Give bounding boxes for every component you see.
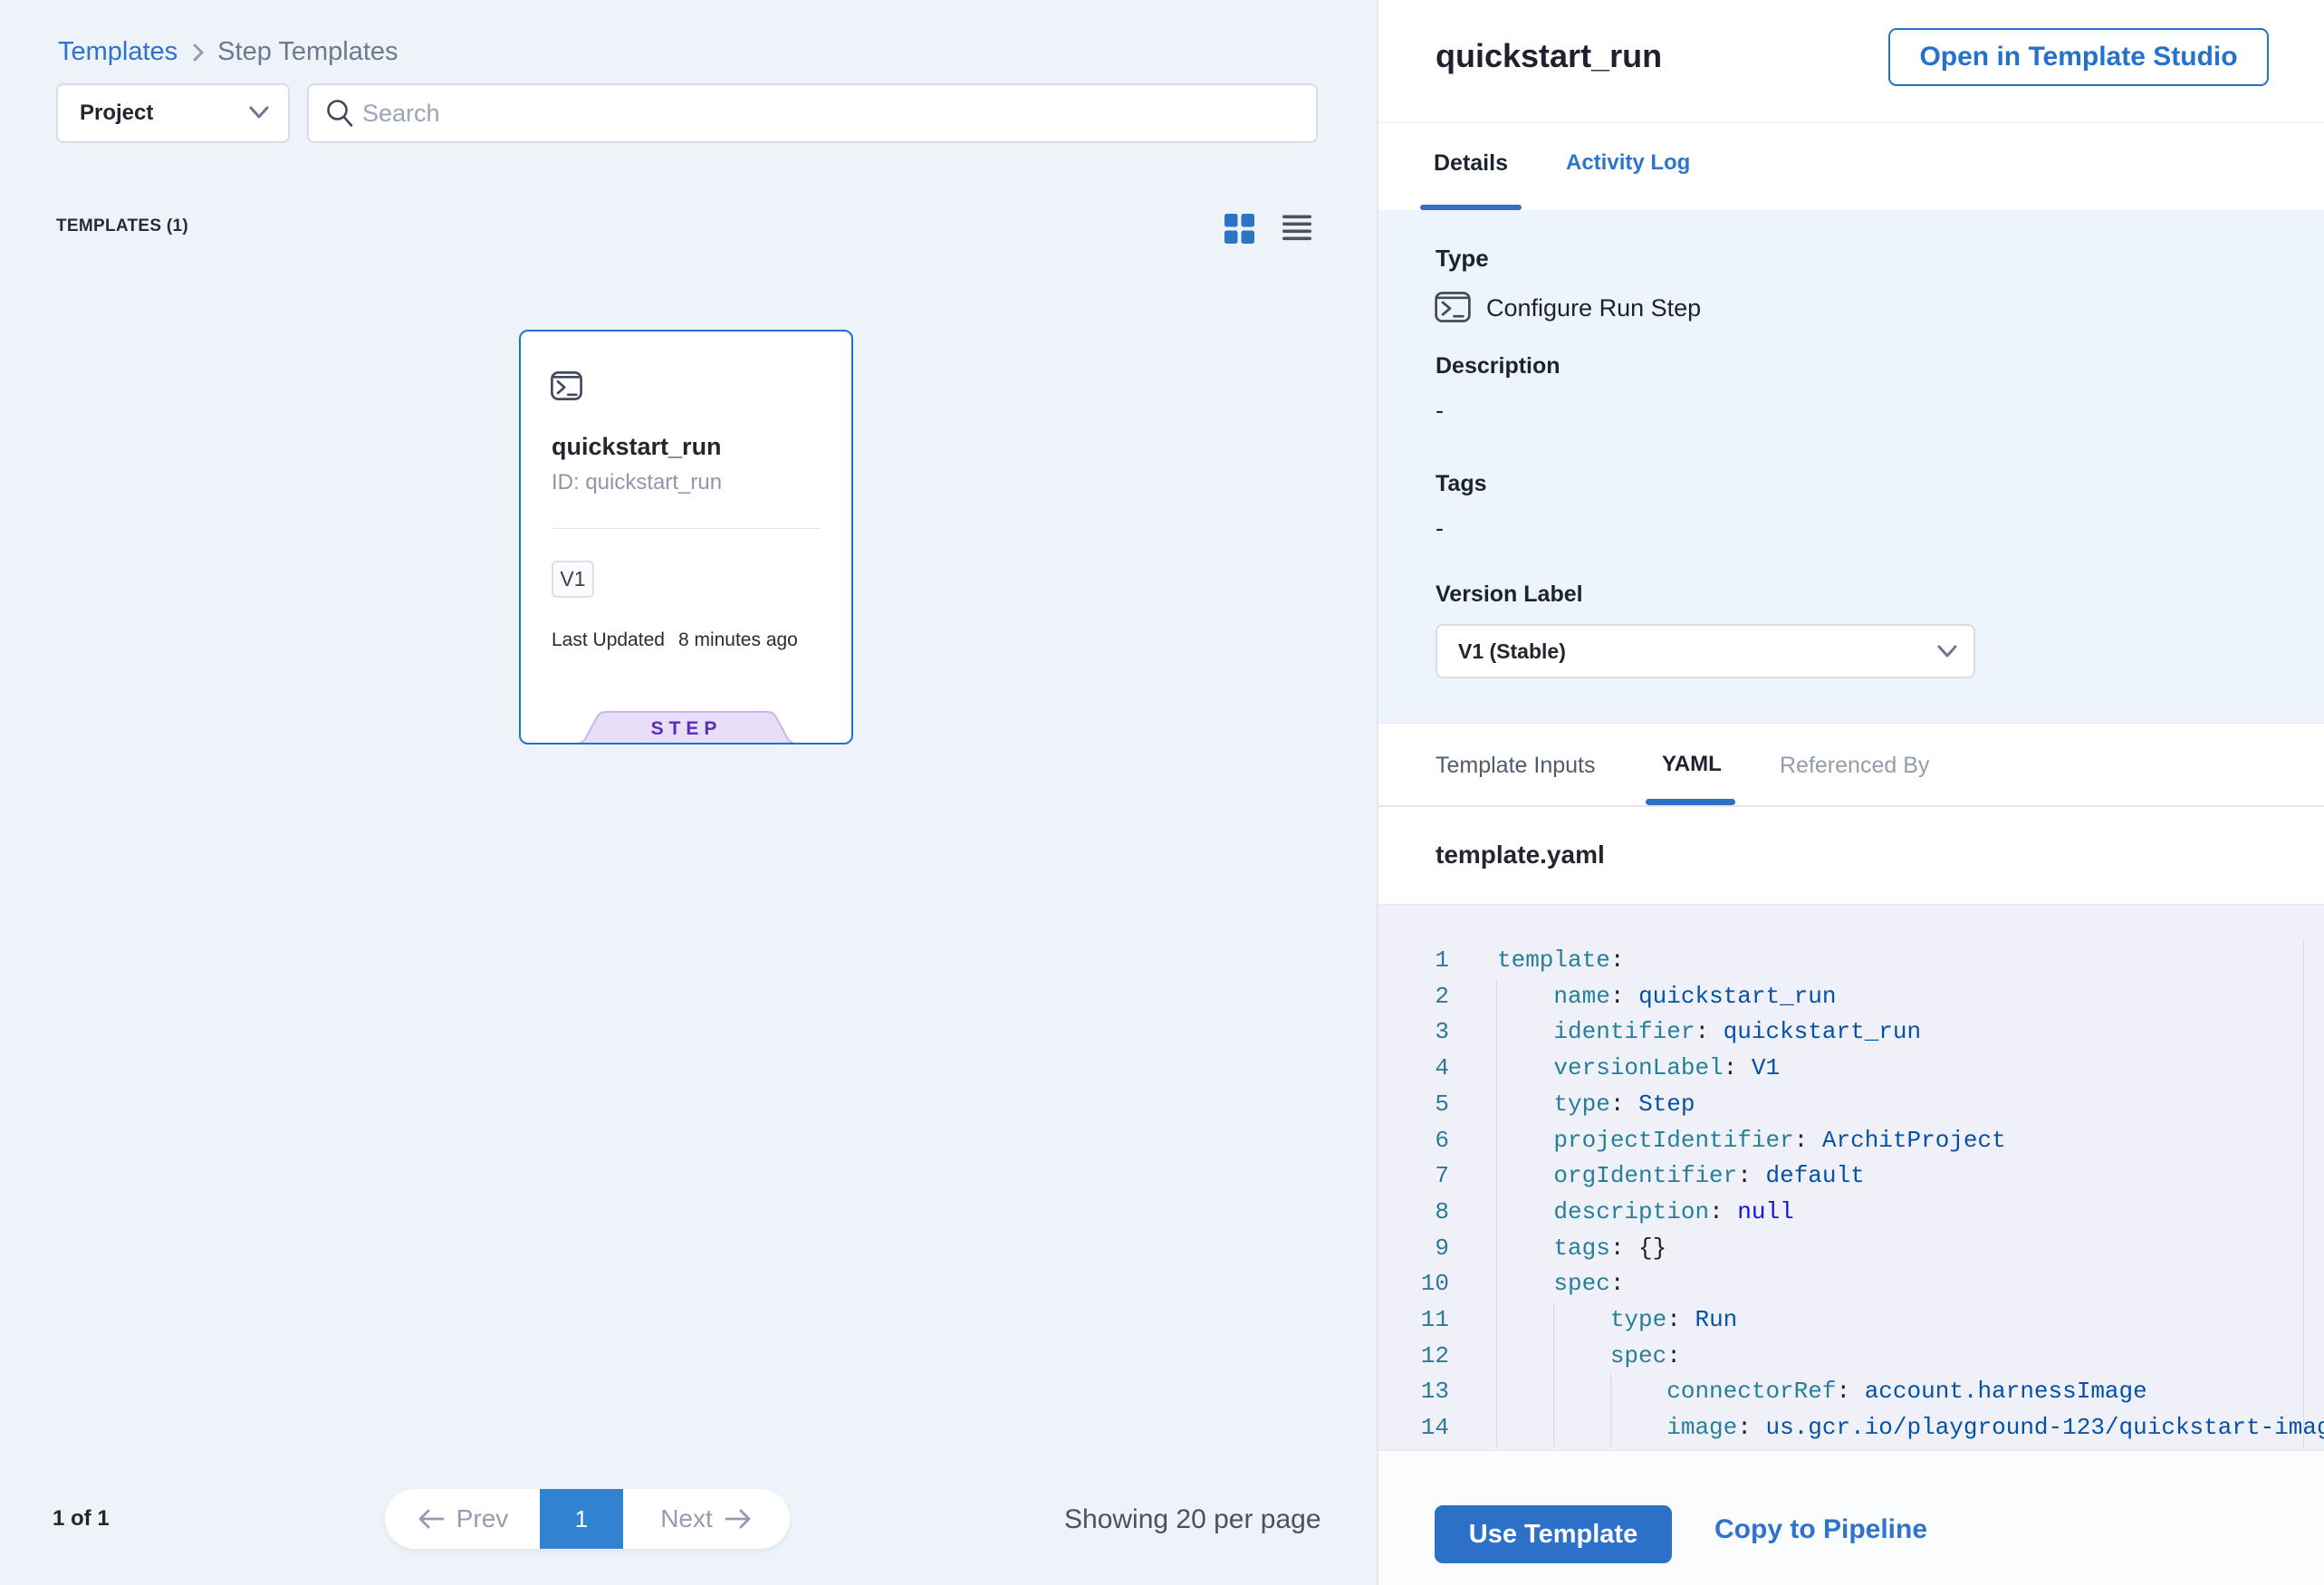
svg-text:STEP: STEP <box>651 718 723 739</box>
